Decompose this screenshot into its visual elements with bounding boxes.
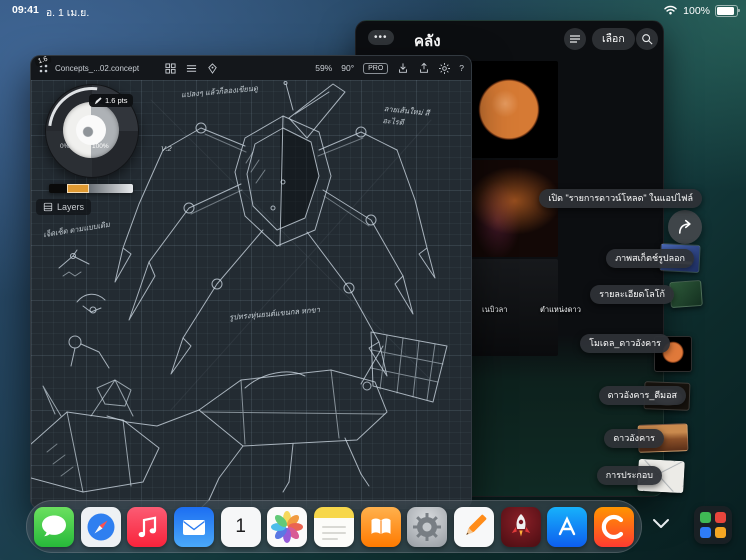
opacity-min-label: 0%	[60, 143, 69, 150]
share-button[interactable]	[668, 210, 702, 244]
search-button[interactable]	[636, 28, 658, 50]
dock-mail-icon[interactable]	[174, 507, 214, 547]
dock-music-icon[interactable]	[127, 507, 167, 547]
layers-icon	[43, 202, 53, 212]
drag-item-label[interactable]: ดาวอังคาร_ดีมอส	[599, 386, 686, 405]
dock-notes-icon[interactable]	[314, 507, 354, 547]
app-library-tile-orange	[715, 527, 726, 538]
window-more-button[interactable]: •••	[368, 30, 394, 45]
app-library-icon[interactable]	[694, 506, 732, 544]
brush-size-pts: 1.6 pts	[105, 96, 128, 105]
dock-safari-icon[interactable]	[81, 507, 121, 547]
export-icon[interactable]	[418, 62, 430, 74]
import-icon[interactable]	[397, 62, 409, 74]
dock-settings-icon[interactable]	[407, 507, 447, 547]
dock-rocket-icon[interactable]	[501, 507, 541, 547]
color-orange-selected[interactable]	[67, 184, 89, 193]
brush-size-tooltip: 1.6 pts	[89, 94, 133, 107]
chevron-down-icon	[652, 517, 670, 529]
layers-button[interactable]: Layers	[36, 199, 91, 215]
list-icon	[569, 33, 581, 45]
settings-gear-icon[interactable]	[439, 63, 450, 74]
photo-mars-planet[interactable]	[460, 61, 558, 158]
app-library-tile-red	[715, 512, 726, 523]
share-arrow-icon	[676, 218, 694, 236]
dock: 1	[26, 500, 642, 553]
drag-item-label[interactable]: ภาพสเก็ตช์รูปลอก	[606, 249, 694, 268]
ipad-screen: 09:41 อ. 1 เม.ย. 100% ••• คลัง เลือก	[0, 0, 746, 560]
app-library-tile-blue	[700, 527, 711, 538]
search-icon	[641, 33, 653, 45]
zoom-level[interactable]: 59%	[315, 63, 332, 73]
concepts-window: Concepts_...02.concept 59% 90° PRO	[30, 55, 472, 509]
battery-icon	[715, 5, 738, 17]
photo-caption: ตำแหน่งดาว	[540, 304, 581, 316]
document-title: Concepts_...02.concept	[55, 64, 139, 73]
dock-messages-icon[interactable]	[34, 507, 74, 547]
files-title: คลัง	[414, 29, 441, 53]
view-options-button[interactable]	[564, 28, 586, 50]
pen-nib-icon[interactable]	[207, 63, 218, 74]
concepts-toolbar[interactable]: Concepts_...02.concept 59% 90° PRO	[31, 56, 471, 80]
dock-calendar-icon[interactable]: 1	[221, 507, 261, 547]
status-date: อ. 1 เม.ย.	[46, 4, 89, 21]
drag-item-label[interactable]: ดาวอังคาร	[604, 429, 664, 448]
drag-item-label[interactable]: รายละเอียดโลโก้	[590, 285, 674, 304]
dock-collapse-chevron[interactable]	[652, 516, 670, 534]
help-button[interactable]: ?	[459, 63, 464, 73]
color-gradient[interactable]	[89, 184, 133, 193]
rotation-angle[interactable]: 90°	[341, 63, 354, 73]
dock-browser-icon[interactable]	[594, 507, 634, 547]
open-downloads-toast[interactable]: เปิด "รายการดาวน์โหลด" ในแอปไฟล์	[539, 189, 702, 208]
dock-sketch-icon[interactable]	[454, 507, 494, 547]
drag-thumb-logo[interactable]	[669, 280, 703, 308]
photo-nebula-orange[interactable]	[460, 160, 558, 257]
layers-label: Layers	[57, 202, 84, 212]
color-black[interactable]	[49, 184, 67, 193]
wifi-icon	[663, 4, 678, 18]
pro-badge[interactable]: PRO	[363, 63, 388, 74]
brush-wheel-inner[interactable]	[63, 102, 119, 158]
drag-item-label[interactable]: การประกอบ	[597, 466, 662, 485]
select-button[interactable]: เลือก	[592, 28, 635, 50]
dock-books-icon[interactable]	[361, 507, 401, 547]
photo-caption: เนบิวลา	[482, 304, 507, 316]
dock-photos-icon[interactable]	[267, 507, 307, 547]
grid-view-icon[interactable]	[165, 63, 176, 74]
brush-preview	[76, 115, 106, 145]
battery-percent: 100%	[683, 5, 710, 17]
drag-item-label[interactable]: โมเดล_ดาวอังคาร	[580, 334, 670, 353]
status-bar: 09:41 อ. 1 เม.ย. 100%	[0, 0, 746, 20]
opacity-max-label: 100%	[92, 143, 109, 150]
calendar-day: 1	[235, 516, 246, 538]
canvas-note: V.2	[161, 144, 172, 153]
status-time: 09:41	[12, 4, 39, 21]
dock-appstore-icon[interactable]	[547, 507, 587, 547]
lines-icon[interactable]	[186, 63, 197, 74]
app-library-tile-green	[700, 512, 711, 523]
color-strip[interactable]	[49, 184, 133, 193]
pencil-icon	[94, 97, 102, 105]
